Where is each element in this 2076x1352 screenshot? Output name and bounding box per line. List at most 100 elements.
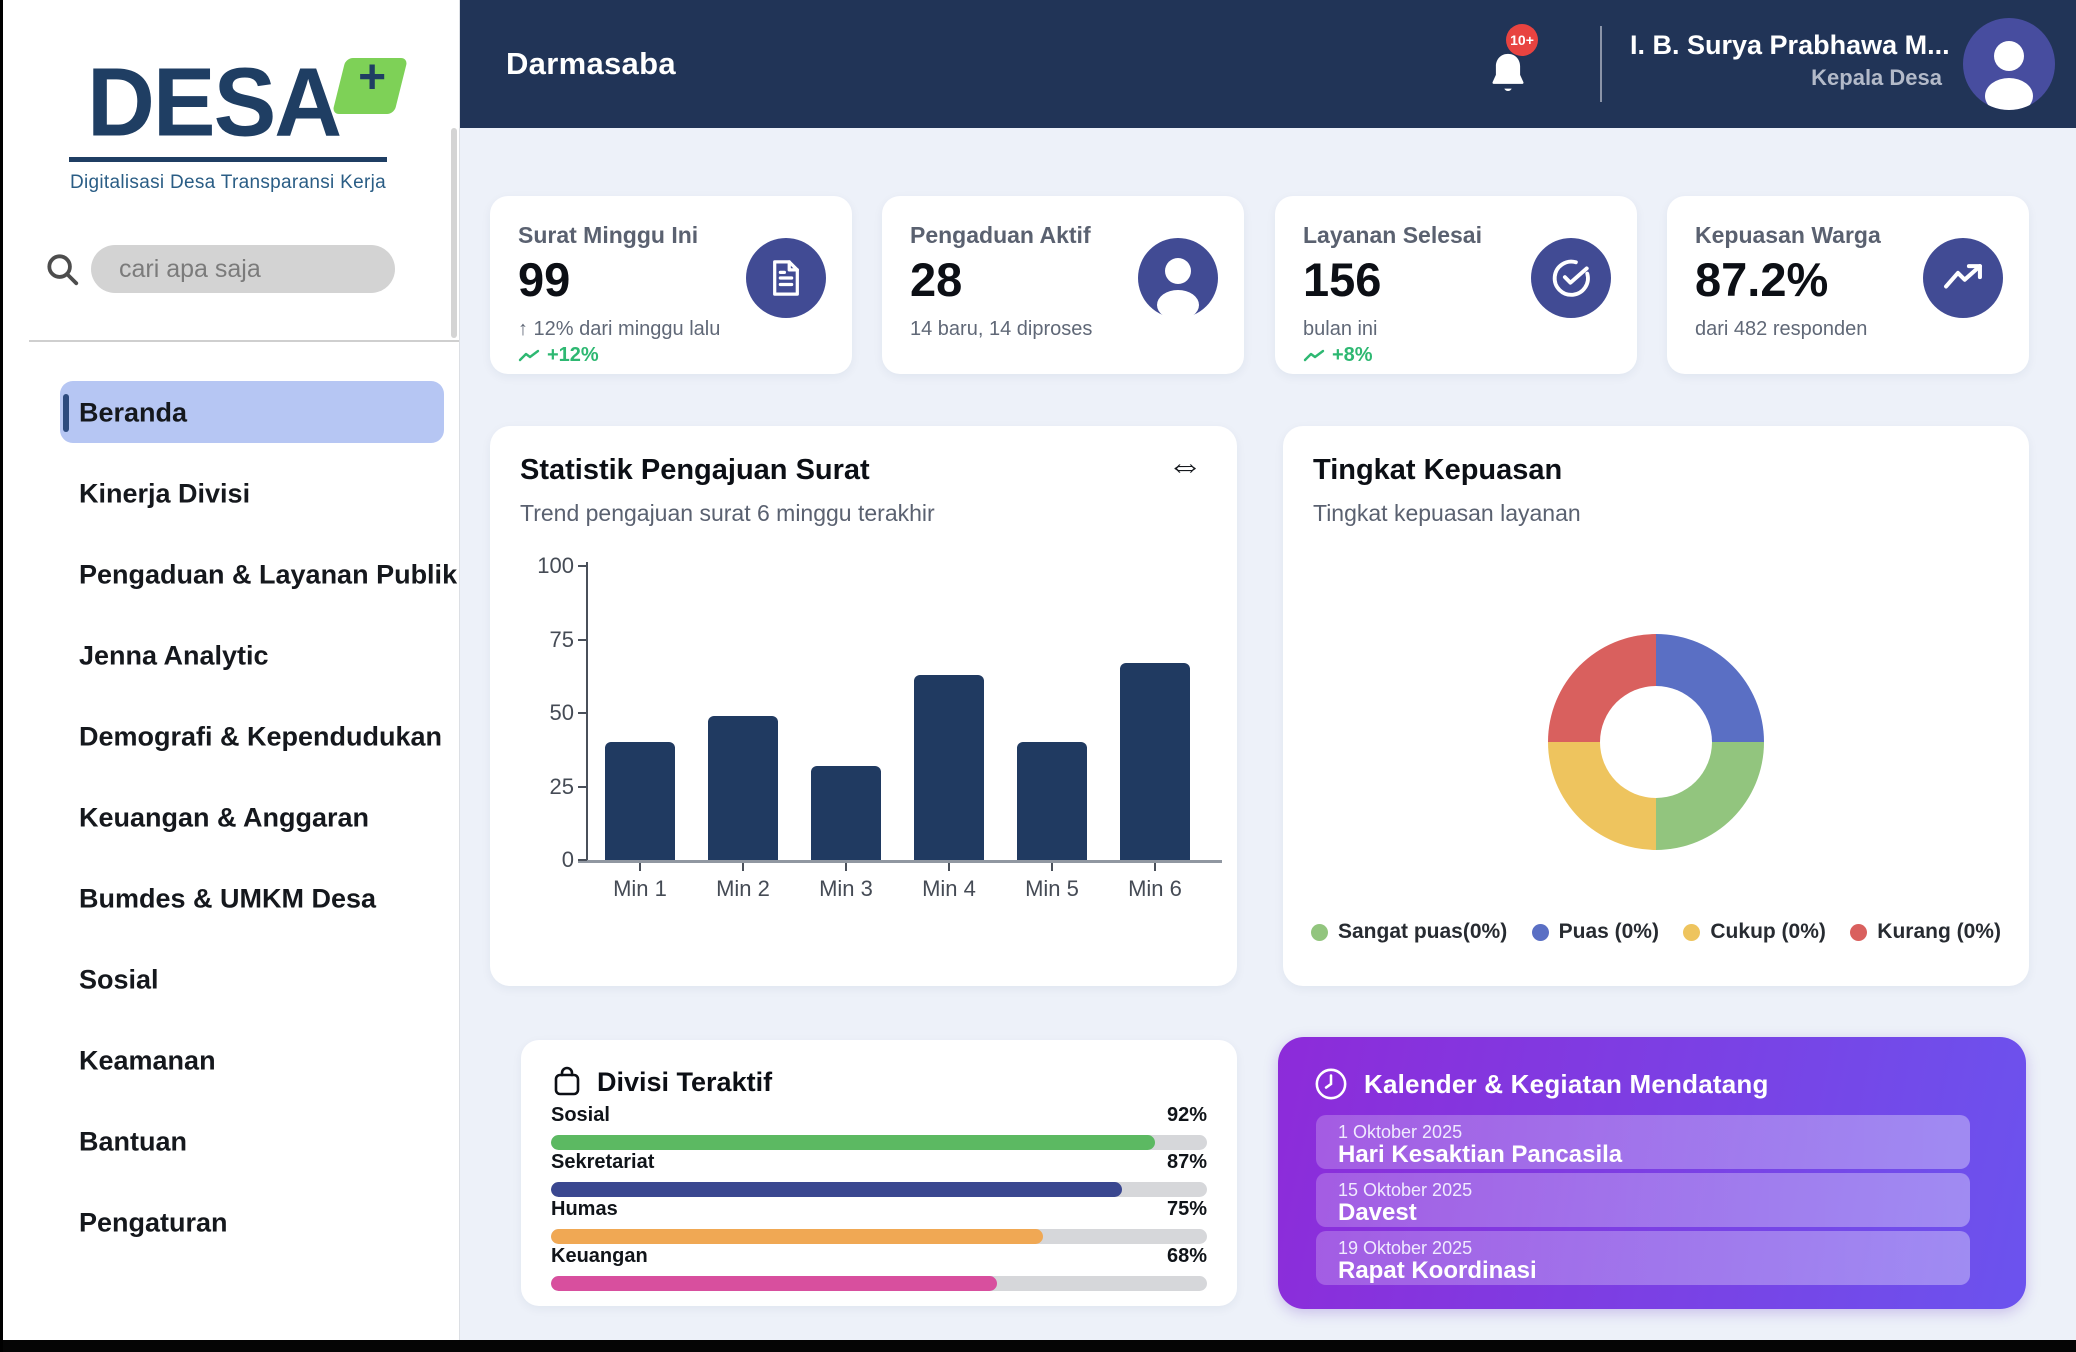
sidebar-item-label: Keuangan & Anggaran	[79, 802, 369, 833]
legend-item-sangat-puas-0: Sangat puas(0%)	[1311, 920, 1507, 944]
x-tick-mark	[639, 863, 641, 871]
legend-dot	[1532, 924, 1549, 941]
sidebar-item-bantuan[interactable]: Bantuan	[3, 1101, 459, 1182]
user-avatar[interactable]	[1963, 18, 2055, 110]
stat-card-kepuasan-warga: Kepuasan Warga 87.2% dari 482 responden	[1667, 196, 2029, 374]
bottom-screen-edge	[3, 1340, 2076, 1352]
divisi-row-humas: Humas 75%	[551, 1198, 1207, 1245]
divisi-row-sosial: Sosial 92%	[551, 1104, 1207, 1151]
sidebar-item-pengaturan[interactable]: Pengaturan	[3, 1182, 459, 1263]
satisfaction-panel: Tingkat Kepuasan Tingkat kepuasan layana…	[1283, 426, 2029, 986]
bar-min-4	[914, 675, 984, 860]
user-info[interactable]: I. B. Surya Prabhawa M... Kepala Desa	[1630, 30, 1942, 91]
progress-track	[551, 1229, 1207, 1244]
letters-chart-panel: Statistik Pengajuan Surat Trend pengajua…	[490, 426, 1237, 986]
legend-dot	[1311, 924, 1328, 941]
calendar-panel: Kalender & Kegiatan Mendatang 1 Oktober …	[1278, 1037, 2026, 1309]
divisi-title: Divisi Teraktif	[597, 1067, 772, 1098]
sidebar-item-beranda[interactable]: Beranda	[3, 372, 459, 453]
legend-dot	[1683, 924, 1700, 941]
progress-track	[551, 1135, 1207, 1150]
y-tick-label: 25	[502, 774, 574, 800]
dashboard-screen: DESA + Digitalisasi Desa Transparansi Ke…	[0, 0, 2076, 1352]
progress-fill	[551, 1182, 1122, 1197]
sidebar-divider	[29, 340, 459, 342]
divisi-row-keuangan: Keuangan 68%	[551, 1245, 1207, 1292]
sidebar-item-pengaduan-layanan-publik[interactable]: Pengaduan & Layanan Publik	[3, 534, 459, 615]
active-item-indicator	[63, 394, 69, 432]
legend-dot	[1850, 924, 1867, 941]
sidebar-item-label: Pengaturan	[79, 1207, 228, 1238]
stat-value: 156	[1303, 252, 1381, 307]
expand-chart-icon[interactable]: ⇔	[1167, 444, 1203, 486]
clock-icon	[1314, 1067, 1348, 1101]
progress-track	[551, 1182, 1207, 1197]
y-tick-label: 0	[502, 847, 574, 873]
donut-subtitle: Tingkat kepuasan layanan	[1313, 500, 1581, 527]
sidebar-item-demografi-kependudukan[interactable]: Demografi & Kependudukan	[3, 696, 459, 777]
sidebar-item-label: Demografi & Kependudukan	[79, 721, 442, 752]
stat-value: 87.2%	[1695, 252, 1828, 307]
sidebar-item-sosial[interactable]: Sosial	[3, 939, 459, 1020]
logo-underline	[69, 157, 387, 162]
top-header: Darmasaba 10+ I. B. Surya Prabhawa M... …	[460, 0, 2076, 128]
sidebar-item-kinerja-divisi[interactable]: Kinerja Divisi	[3, 453, 459, 534]
user-role: Kepala Desa	[1630, 65, 1942, 91]
user-name: I. B. Surya Prabhawa M...	[1630, 30, 1942, 61]
bar-min-5	[1017, 742, 1087, 860]
search-input[interactable]: cari apa saja	[91, 245, 395, 293]
x-tick-label: Min 1	[588, 876, 692, 902]
bar-min-6	[1120, 663, 1190, 860]
stat-label: Kepuasan Warga	[1695, 222, 1881, 249]
bell-icon	[1486, 50, 1530, 98]
progress-track	[551, 1276, 1207, 1291]
x-tick-label: Min 2	[691, 876, 795, 902]
stat-trend: +8%	[1303, 344, 1373, 367]
divisi-panel: Divisi Teraktif Sosial 92% Sekretariat 8…	[521, 1040, 1237, 1306]
y-tick-label: 50	[502, 700, 574, 726]
y-tick-mark	[578, 565, 587, 567]
stat-subtext: bulan ini	[1303, 318, 1378, 341]
sidebar-item-keuangan-anggaran[interactable]: Keuangan & Anggaran	[3, 777, 459, 858]
sidebar-item-keamanan[interactable]: Keamanan	[3, 1020, 459, 1101]
progress-fill	[551, 1135, 1155, 1150]
y-tick-label: 100	[502, 553, 574, 579]
sidebar-item-label: Bantuan	[79, 1126, 187, 1157]
trending-up-icon	[1923, 238, 2003, 318]
sidebar-item-bumdes-umkm-desa[interactable]: Bumdes & UMKM Desa	[3, 858, 459, 939]
bar-min-2	[708, 716, 778, 860]
y-tick-mark	[578, 639, 587, 641]
event-title: Davest	[1338, 1199, 1417, 1227]
logo-plus-icon: +	[332, 58, 408, 114]
stat-label: Surat Minggu Ini	[518, 222, 698, 249]
donut-title: Tingkat Kepuasan	[1313, 454, 1562, 487]
stat-label: Layanan Selesai	[1303, 222, 1482, 249]
x-axis-line	[578, 860, 1222, 863]
chart-subtitle: Trend pengajuan surat 6 minggu terakhir	[520, 500, 935, 527]
event-date: 19 Oktober 2025	[1338, 1238, 1472, 1259]
x-tick-label: Min 3	[794, 876, 898, 902]
divisi-percent: 87%	[1167, 1151, 1207, 1174]
notifications-button[interactable]: 10+	[1482, 36, 1552, 106]
header-divider	[1600, 26, 1602, 102]
donut-hole	[1600, 686, 1712, 798]
x-tick-label: Min 6	[1103, 876, 1207, 902]
legend-label: Sangat puas(0%)	[1338, 920, 1507, 944]
sidebar-item-label: Beranda	[79, 397, 187, 428]
sidebar: DESA + Digitalisasi Desa Transparansi Ke…	[3, 0, 460, 1340]
legend-item-cukup-0: Cukup (0%)	[1683, 920, 1826, 944]
search-icon[interactable]	[43, 250, 81, 288]
stat-card-surat-minggu-ini: Surat Minggu Ini 99 ↑ 12% dari minggu la…	[490, 196, 852, 374]
sidebar-scrollbar[interactable]	[451, 128, 457, 338]
legend-label: Kurang (0%)	[1877, 920, 2001, 944]
calendar-event-rapat-koordinasi: 19 Oktober 2025 Rapat Koordinasi	[1316, 1231, 1970, 1285]
progress-fill	[551, 1276, 997, 1291]
stat-value: 99	[518, 252, 570, 307]
legend-label: Cukup (0%)	[1710, 920, 1826, 944]
progress-fill	[551, 1229, 1043, 1244]
sidebar-item-label: Jenna Analytic	[79, 640, 269, 671]
sidebar-item-label: Kinerja Divisi	[79, 478, 250, 509]
sidebar-item-jenna-analytic[interactable]: Jenna Analytic	[3, 615, 459, 696]
stat-label: Pengaduan Aktif	[910, 222, 1091, 249]
calendar-event-davest: 15 Oktober 2025 Davest	[1316, 1173, 1970, 1227]
